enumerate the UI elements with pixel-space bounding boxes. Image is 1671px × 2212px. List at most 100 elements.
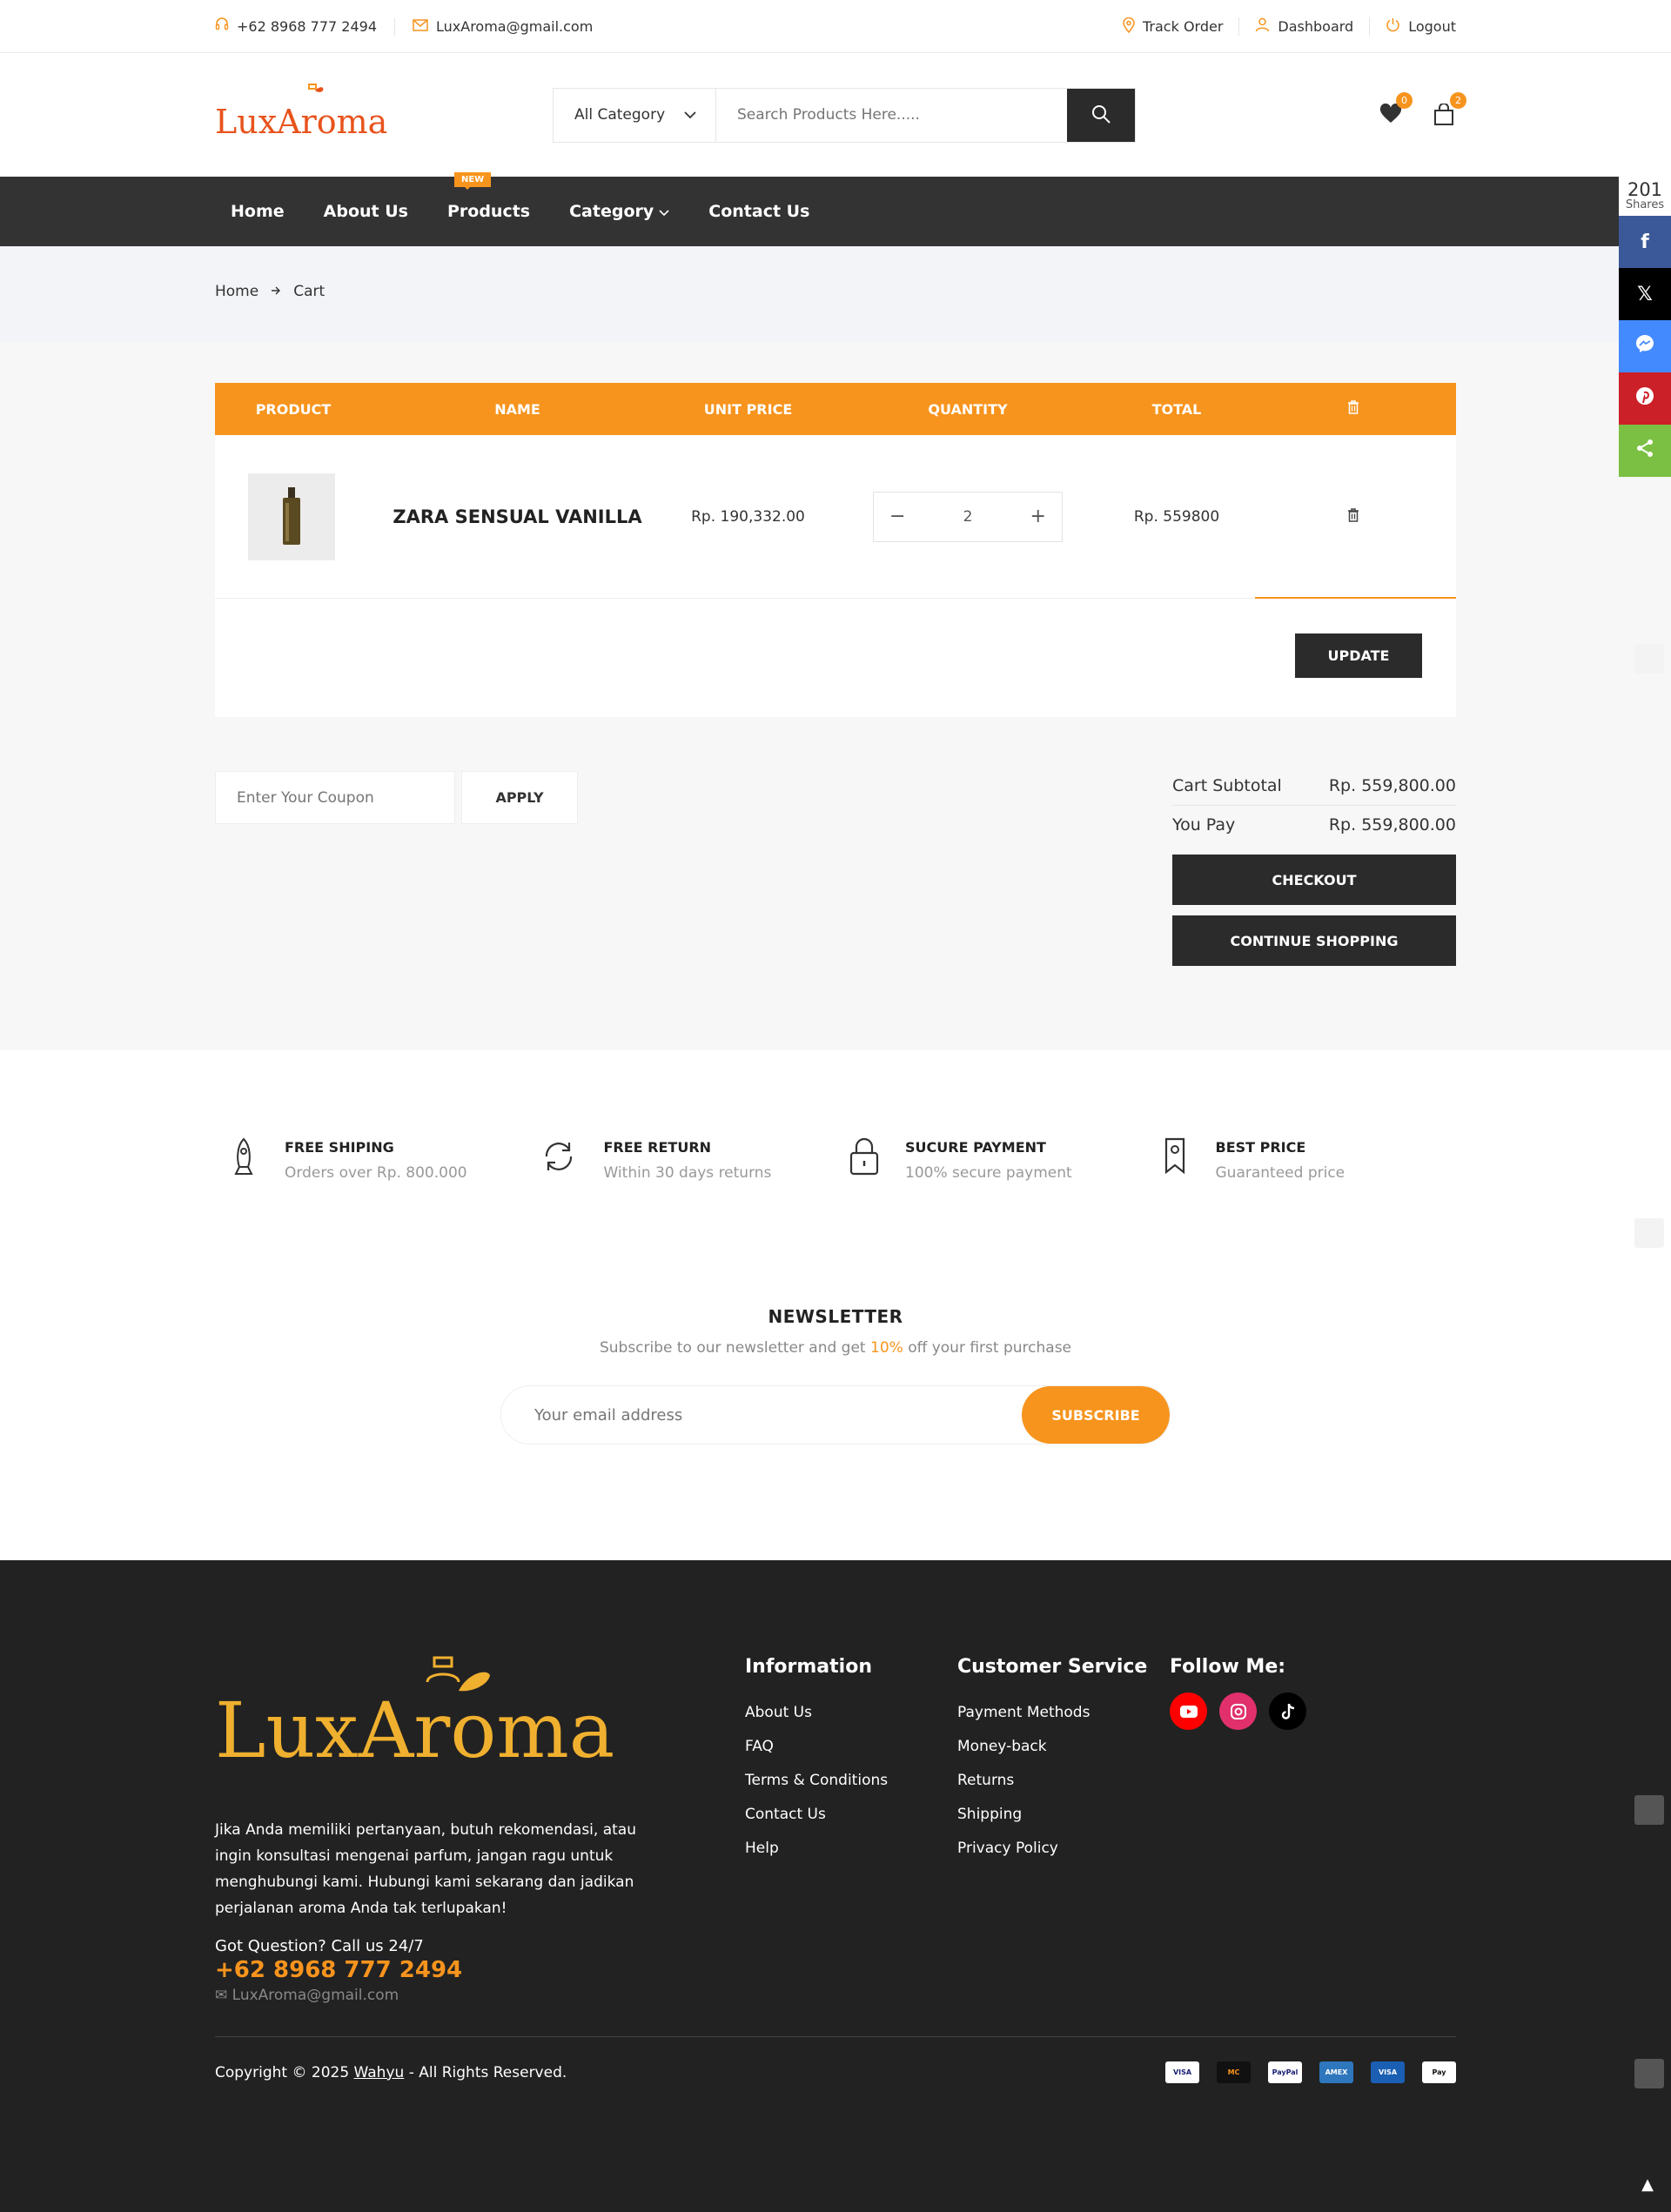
nav-category[interactable]: Category (569, 202, 669, 221)
footer-link[interactable]: FAQ (745, 1738, 957, 1755)
minus-button[interactable]: − (889, 506, 905, 527)
footer-link[interactable]: Payment Methods (957, 1704, 1170, 1721)
floating-widget-icon[interactable] (1634, 1218, 1664, 1248)
arrow-right-icon (271, 283, 281, 300)
footer-follow-title: Follow Me: (1170, 1656, 1286, 1678)
instagram-icon[interactable] (1219, 1693, 1257, 1730)
subscribe-button[interactable]: SUBSCRIBE (1022, 1386, 1170, 1444)
footer-about: Jika Anda memiliki pertanyaan, butuh rek… (215, 1821, 636, 1917)
feature-subtitle: 100% secure payment (905, 1164, 1072, 1182)
nav-products-label: Products (446, 202, 531, 221)
topbar-email[interactable]: LuxAroma@gmail.com (394, 17, 593, 36)
quantity-value[interactable]: 2 (963, 508, 973, 526)
plus-button[interactable]: + (1030, 506, 1046, 527)
category-select[interactable]: All Category (554, 88, 716, 142)
apply-coupon-button[interactable]: APPLY (461, 771, 578, 824)
you-pay-value: Rp. 559,800.00 (1328, 815, 1456, 835)
floating-widget-icon[interactable] (1634, 1795, 1664, 1825)
search-icon (1091, 104, 1111, 127)
nav-category-label: Category (569, 202, 654, 221)
clear-cart-button[interactable] (1251, 399, 1456, 419)
footer-link[interactable]: Returns (957, 1772, 1170, 1789)
row-total: Rp. 559800 (1133, 507, 1220, 526)
category-select-label: All Category (574, 106, 666, 124)
nav-contact-label: Contact Us (708, 202, 810, 221)
cart-table-footer: UPDATE (215, 599, 1456, 717)
update-button[interactable]: UPDATE (1295, 633, 1422, 678)
envelope-icon (413, 18, 428, 36)
remove-item-button[interactable] (1251, 507, 1456, 526)
share-sidebar: 201 Shares f 𝕏 (1619, 177, 1671, 477)
cart-table: PRODUCT NAME UNIT PRICE QUANTITY TOTAL Z (215, 383, 1456, 717)
newsletter-section: NEWSLETTER Subscribe to our newsletter a… (0, 1224, 1671, 1560)
x-share-button[interactable]: 𝕏 (1619, 268, 1671, 320)
nav-home[interactable]: Home (231, 202, 285, 221)
wishlist-button[interactable]: 0 (1379, 92, 1413, 126)
chevron-down-icon (659, 202, 669, 221)
search-input[interactable] (716, 88, 1067, 142)
footer-link[interactable]: Terms & Conditions (745, 1772, 957, 1789)
continue-shopping-button[interactable]: CONTINUE SHOPPING (1172, 915, 1456, 966)
product-thumbnail[interactable] (248, 473, 335, 560)
perfume-bottle-logo-icon (308, 84, 324, 92)
youtube-icon[interactable] (1170, 1693, 1207, 1730)
shopping-bag-icon (1433, 103, 1454, 131)
newsletter-text-after: off your first purchase (903, 1339, 1072, 1357)
pinterest-share-button[interactable] (1619, 372, 1671, 425)
footer-cs-title: Customer Service (957, 1656, 1148, 1678)
footer-link[interactable]: Money-back (957, 1738, 1170, 1755)
col-product: PRODUCT (255, 400, 332, 418)
share-button[interactable] (1619, 425, 1671, 477)
footer-question: Got Question? Call us 24/7 (215, 1937, 424, 1955)
nav-products[interactable]: NEW Products (446, 172, 531, 221)
feature-subtitle: Orders over Rp. 800.000 (285, 1164, 467, 1182)
newsletter-discount: 10% (870, 1339, 903, 1357)
perfume-bottle-logo-icon (426, 1656, 490, 1692)
share-count-label: Shares (1625, 198, 1665, 211)
coupon-form: APPLY (215, 771, 578, 966)
cart-button[interactable]: 2 (1433, 92, 1466, 126)
footer-link[interactable]: Help (745, 1840, 957, 1857)
newsletter-email-input[interactable] (501, 1386, 1022, 1444)
track-order-link[interactable]: Track Order (1123, 17, 1223, 37)
map-pin-icon (1123, 17, 1135, 37)
x-icon: 𝕏 (1637, 283, 1653, 305)
footer-link[interactable]: Shipping (957, 1806, 1170, 1823)
checkout-button[interactable]: CHECKOUT (1172, 855, 1456, 905)
paypal-icon: PayPal (1268, 2061, 1302, 2083)
messenger-share-button[interactable] (1619, 320, 1671, 372)
footer-email[interactable]: ✉ LuxAroma@gmail.com (215, 1987, 745, 2004)
headset-icon (215, 17, 229, 36)
facebook-share-button[interactable]: f (1619, 216, 1671, 268)
coupon-input[interactable] (215, 771, 455, 824)
logo-text: LuxAroma (215, 103, 388, 141)
back-to-top-button[interactable]: ▲ (1641, 2175, 1654, 2194)
nav-contact-us[interactable]: Contact Us (708, 202, 809, 221)
footer-link[interactable]: Contact Us (745, 1806, 957, 1823)
dashboard-link[interactable]: Dashboard (1238, 17, 1353, 36)
share-count: 201 Shares (1619, 177, 1671, 216)
copyright-author-link[interactable]: Wahyu (354, 2064, 405, 2081)
newsletter-title: NEWSLETTER (768, 1306, 903, 1327)
footer-link[interactable]: Privacy Policy (957, 1840, 1170, 1857)
logout-link[interactable]: Logout (1369, 17, 1456, 36)
product-name[interactable]: ZARA SENSUAL VANILLA (372, 506, 663, 527)
heart-icon (1379, 103, 1402, 130)
breadcrumb-home[interactable]: Home (215, 283, 258, 300)
search-button[interactable] (1067, 88, 1135, 142)
floating-widget-icon[interactable] (1634, 644, 1664, 674)
trash-icon (1347, 400, 1359, 419)
search-bar: All Category (553, 87, 1136, 143)
floating-widget-icon[interactable] (1634, 2059, 1664, 2088)
amex-icon: AMEX (1319, 2061, 1353, 2083)
footer-logo[interactable]: LuxAroma (215, 1656, 745, 1778)
footer-link[interactable]: About Us (745, 1704, 957, 1721)
copyright: Copyright © 2025 Wahyu - All Rights Rese… (215, 2064, 567, 2081)
tag-icon (1164, 1137, 1184, 1175)
tiktok-icon[interactable] (1269, 1693, 1306, 1730)
nav-about-us[interactable]: About Us (324, 202, 408, 221)
footer-phone[interactable]: +62 8968 777 2494 (215, 1957, 745, 1983)
site-logo[interactable]: LuxAroma (215, 84, 546, 141)
visa-icon: VISA (1371, 2061, 1405, 2083)
perfume-bottle-image (283, 486, 300, 545)
